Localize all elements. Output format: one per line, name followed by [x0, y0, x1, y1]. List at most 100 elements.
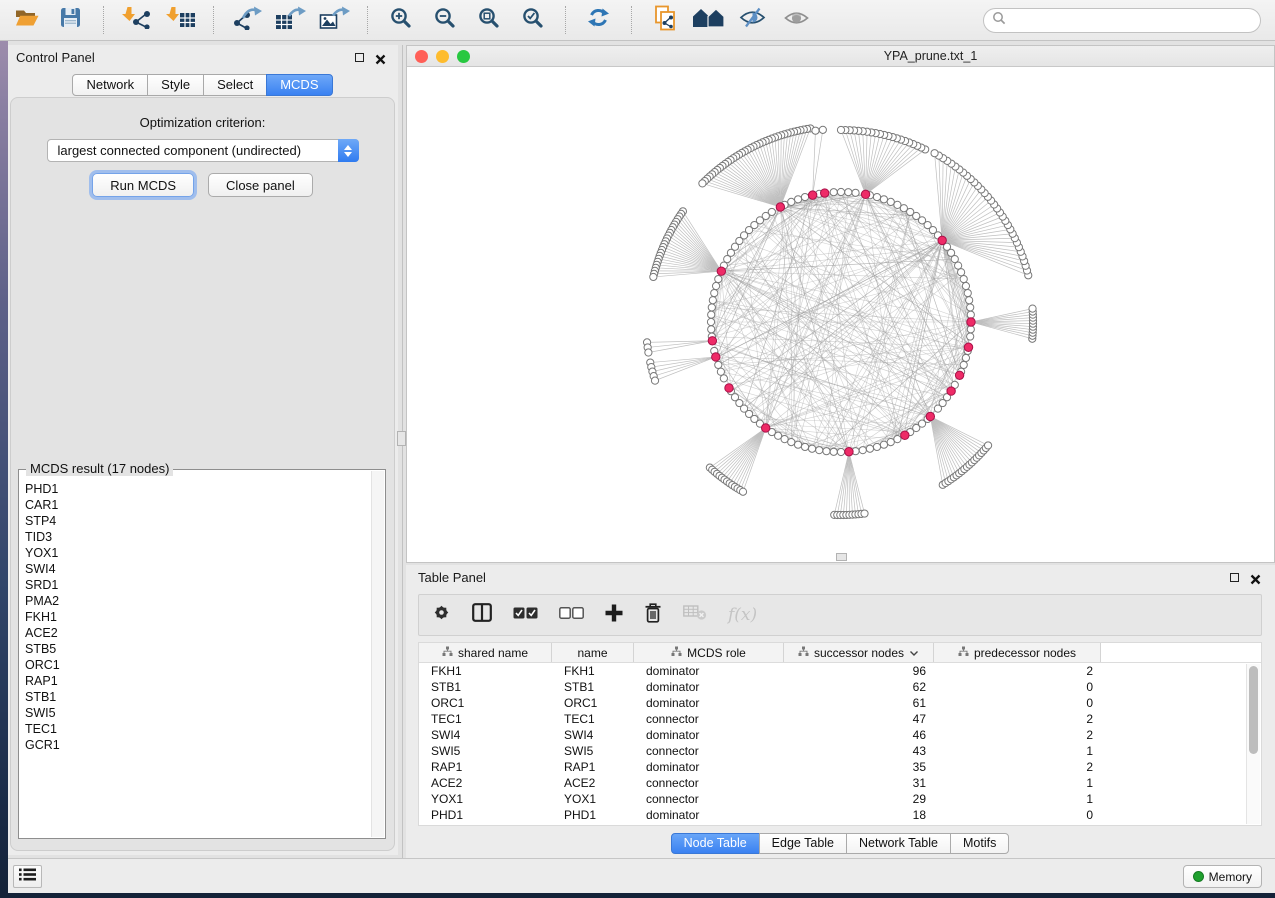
mcds-node-item[interactable]: SWI4 [25, 561, 369, 577]
deselect-all-button[interactable] [559, 606, 584, 624]
add-column-button[interactable] [605, 604, 623, 627]
memory-button[interactable]: Memory [1183, 865, 1262, 888]
column-header-mcds-role[interactable]: MCDS role [634, 643, 784, 662]
show-panels-list-button[interactable] [13, 865, 42, 888]
import-network-button[interactable] [120, 5, 153, 35]
table-scrollbar-thumb[interactable] [1249, 666, 1258, 754]
table-row[interactable]: YOX1YOX1connector291 [419, 791, 1261, 807]
mcds-node-item[interactable]: ORC1 [25, 657, 369, 673]
tab-network-table[interactable]: Network Table [846, 833, 951, 854]
mcds-node-item[interactable]: STB5 [25, 641, 369, 657]
column-header-shared-name[interactable]: shared name [419, 643, 552, 662]
column-header-name[interactable]: name [552, 643, 634, 662]
mcds-node-item[interactable]: SWI5 [25, 705, 369, 721]
table-row[interactable]: ACE2ACE2connector311 [419, 775, 1261, 791]
show-all-button[interactable] [780, 5, 813, 35]
network-graph[interactable] [407, 67, 1274, 562]
table-toolbar: f(x) [418, 594, 1262, 636]
list-icon [19, 868, 36, 886]
tab-motifs[interactable]: Motifs [950, 833, 1009, 854]
tab-edge-table[interactable]: Edge Table [759, 833, 847, 854]
vertical-splitter[interactable] [402, 45, 403, 858]
table-row[interactable]: PHD1PHD1dominator180 [419, 807, 1261, 823]
table-row[interactable]: TEC1TEC1connector472 [419, 711, 1261, 727]
plus-icon [605, 604, 623, 627]
table-scrollbar[interactable] [1246, 664, 1260, 824]
delete-table-button[interactable] [683, 604, 707, 626]
table-row[interactable]: FKH1FKH1dominator962 [419, 663, 1261, 679]
criterion-dropdown[interactable]: largest connected component (undirected) [47, 139, 359, 162]
tab-network[interactable]: Network [72, 74, 148, 96]
table-cell: 2 [934, 664, 1101, 678]
hide-selected-button[interactable] [736, 5, 769, 35]
export-image-button[interactable] [318, 5, 351, 35]
window-zoom-light[interactable] [457, 50, 470, 63]
close-panel-button[interactable]: Close panel [208, 173, 313, 197]
horizontal-splitter-grip[interactable] [836, 553, 847, 561]
mcds-list-scrollbar[interactable] [371, 471, 384, 837]
zoom-fit-button[interactable] [472, 5, 505, 35]
tab-node-table[interactable]: Node Table [671, 833, 760, 854]
export-table-button[interactable] [274, 5, 307, 35]
import-table-button[interactable] [164, 5, 197, 35]
vertical-splitter-grip[interactable] [397, 431, 406, 446]
run-mcds-button[interactable]: Run MCDS [92, 173, 194, 197]
mcds-node-item[interactable]: TID3 [25, 529, 369, 545]
mcds-node-item[interactable]: PMA2 [25, 593, 369, 609]
search-input[interactable] [1011, 10, 1260, 30]
table-row[interactable]: RAP1RAP1dominator352 [419, 759, 1261, 775]
mcds-node-item[interactable]: CAR1 [25, 497, 369, 513]
mcds-node-item[interactable]: RAP1 [25, 673, 369, 689]
mcds-node-item[interactable]: SRD1 [25, 577, 369, 593]
table-cell: RAP1 [419, 760, 552, 774]
apply-layout-button[interactable] [582, 5, 615, 35]
column-header-predecessor-nodes[interactable]: predecessor nodes [934, 643, 1101, 662]
function-builder-button[interactable]: f(x) [728, 605, 757, 625]
float-panel-icon[interactable] [355, 53, 364, 62]
table-cell: 31 [784, 776, 934, 790]
select-all-button[interactable] [513, 606, 538, 624]
window-minimize-light[interactable] [436, 50, 449, 63]
refresh-arrows-icon [587, 6, 610, 34]
mcds-node-item[interactable]: ACE2 [25, 625, 369, 641]
close-panel-icon[interactable] [1250, 572, 1261, 583]
open-button[interactable] [10, 5, 43, 35]
mcds-node-item[interactable]: PHD1 [25, 481, 369, 497]
first-neighbors-button[interactable] [692, 5, 725, 35]
window-close-light[interactable] [415, 50, 428, 63]
save-button[interactable] [54, 5, 87, 35]
table-row[interactable]: STB1STB1dominator620 [419, 679, 1261, 695]
tab-style[interactable]: Style [147, 74, 204, 96]
table-row[interactable]: SWI5SWI5connector431 [419, 743, 1261, 759]
show-column-panel-button[interactable] [472, 603, 492, 627]
zoom-out-button[interactable] [428, 5, 461, 35]
float-panel-icon[interactable] [1230, 573, 1239, 582]
table-cell: dominator [634, 728, 784, 742]
zoom-selected-button[interactable] [516, 5, 549, 35]
mcds-result-list[interactable]: PHD1CAR1STP4TID3YOX1SWI4SRD1PMA2FKH1ACE2… [25, 481, 369, 836]
mcds-node-item[interactable]: STP4 [25, 513, 369, 529]
close-panel-icon[interactable] [375, 52, 386, 63]
tree-icon [798, 646, 809, 660]
table-cell: 35 [784, 760, 934, 774]
table-row[interactable]: SWI4SWI4dominator462 [419, 727, 1261, 743]
columns-icon [472, 603, 492, 627]
delete-column-button[interactable] [644, 603, 662, 628]
table-cell: ACE2 [552, 776, 634, 790]
table-row[interactable]: ORC1ORC1dominator610 [419, 695, 1261, 711]
tab-mcds[interactable]: MCDS [266, 74, 332, 96]
zoom-in-button[interactable] [384, 5, 417, 35]
mcds-node-item[interactable]: YOX1 [25, 545, 369, 561]
table-settings-button[interactable] [432, 603, 451, 627]
export-network-icon [231, 6, 263, 35]
tab-select[interactable]: Select [203, 74, 267, 96]
network-canvas[interactable] [407, 67, 1274, 562]
export-network-button[interactable] [230, 5, 263, 35]
mcds-node-item[interactable]: GCR1 [25, 737, 369, 753]
table-cell: YOX1 [552, 792, 634, 806]
mcds-node-item[interactable]: FKH1 [25, 609, 369, 625]
new-network-from-selection-button[interactable] [648, 5, 681, 35]
column-header-successor-nodes[interactable]: successor nodes [784, 643, 934, 662]
mcds-node-item[interactable]: TEC1 [25, 721, 369, 737]
mcds-node-item[interactable]: STB1 [25, 689, 369, 705]
